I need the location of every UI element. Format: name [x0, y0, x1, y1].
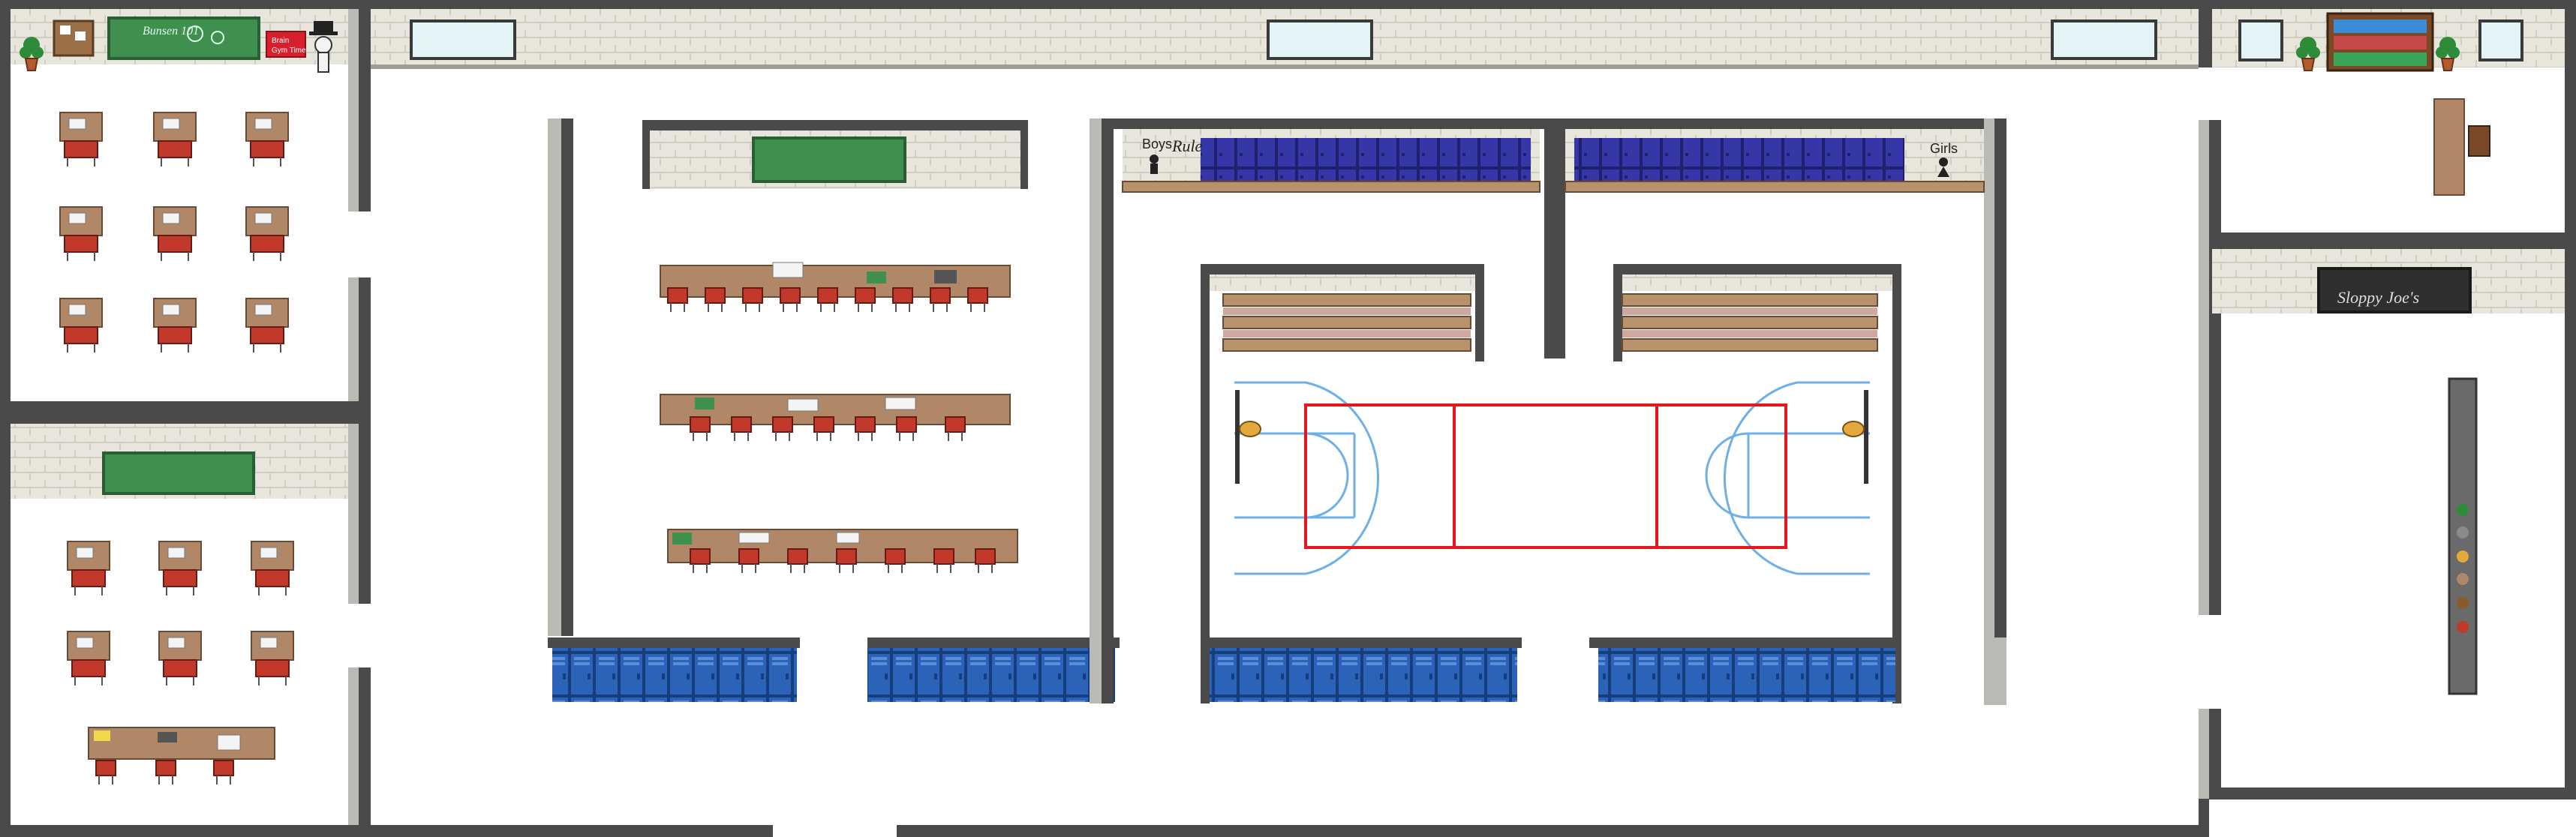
rule-sign: Rule	[1171, 136, 1203, 155]
girls-sign: Girls	[1930, 141, 1958, 156]
basketball-court	[1234, 381, 1870, 575]
boys-figure-icon	[1150, 154, 1159, 174]
study-chairs-row1	[667, 287, 988, 313]
classroom-bottom-left	[11, 424, 371, 825]
art-room-board: Sloppy Joe's	[2337, 288, 2419, 307]
basketball-hoop-left-icon	[1235, 390, 1261, 484]
bookshelf	[2326, 12, 2434, 72]
right-wing: Sloppy Joe's	[2199, 9, 2566, 799]
classroom-top-left: Bunsen 101 Brain Gym Time	[11, 9, 371, 424]
svg-text:Gym Time: Gym Time	[272, 46, 306, 55]
svg-text:Bunsen 101: Bunsen 101	[143, 25, 199, 38]
bleachers-left	[1201, 264, 1484, 362]
hallway-top-wall	[371, 9, 2212, 69]
boys-sign: Boys	[1142, 136, 1172, 152]
game-map: Bunsen 101 Brain Gym Time Boys Rule Girl…	[0, 0, 2576, 837]
small-desk	[2433, 98, 2490, 196]
bleachers-right	[1613, 264, 1901, 362]
svg-text:Brain: Brain	[272, 37, 289, 45]
paint-rack	[2448, 377, 2478, 695]
school-floor-plan: Bunsen 101 Brain Gym Time Boys Rule Girl…	[0, 0, 2576, 837]
study-room	[548, 118, 1120, 702]
gymnasium: Boys Rule Girls	[1090, 118, 2006, 705]
basketball-hoop-right-icon	[1842, 390, 1868, 484]
